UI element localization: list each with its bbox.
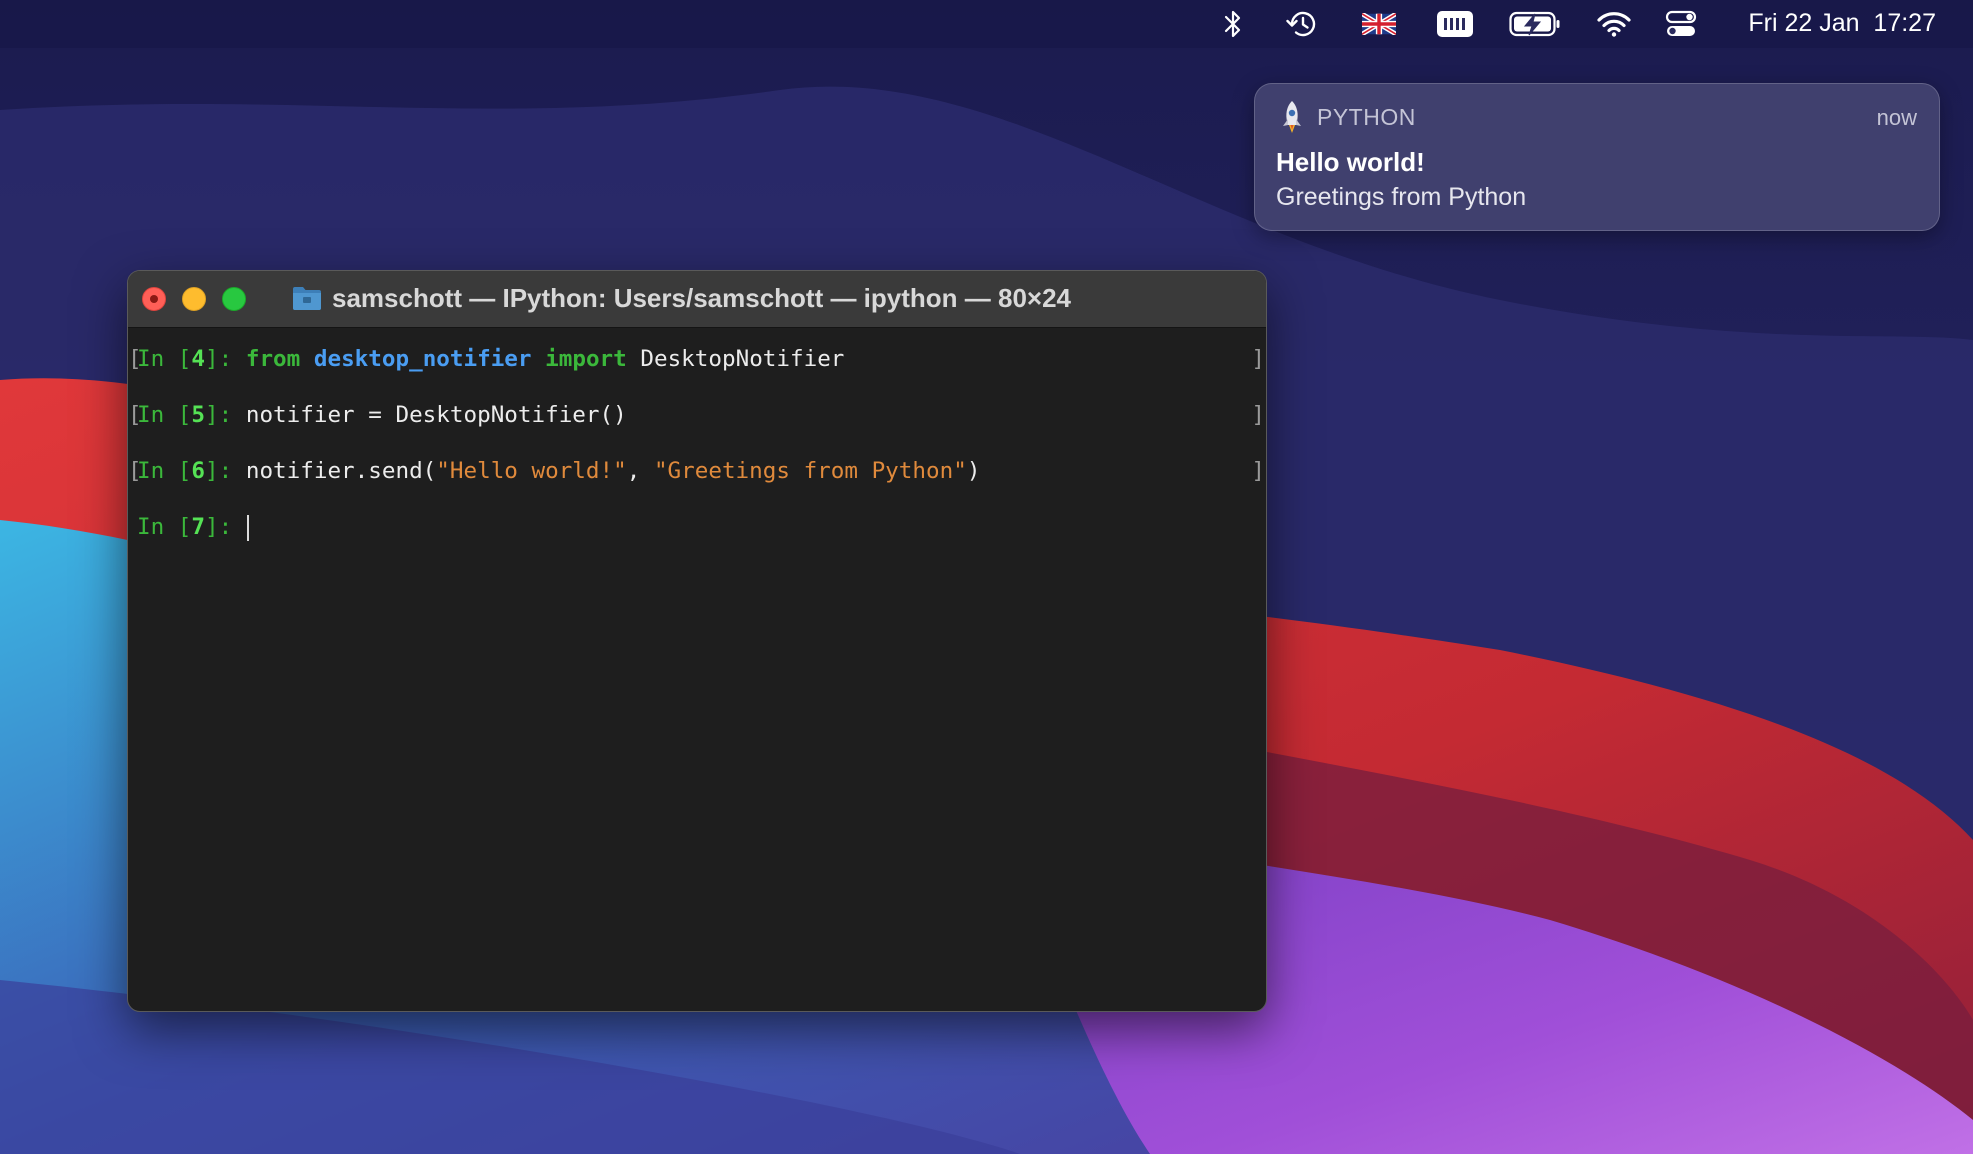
folder-icon bbox=[293, 287, 321, 310]
code-line: In [7]: bbox=[137, 510, 249, 544]
string-token: "Hello world!" bbox=[436, 458, 627, 484]
notification-banner[interactable]: PYTHON now Hello world! Greetings from P… bbox=[1254, 83, 1940, 231]
code-token: notifier.send( bbox=[245, 458, 437, 484]
input-line-6: [ In [6]: notifier.send("Hello world!", … bbox=[128, 454, 1266, 488]
prompt-suffix: ]: bbox=[205, 346, 246, 372]
prompt-suffix: ]: bbox=[205, 458, 246, 484]
line-bracket-right: ] bbox=[1251, 346, 1265, 372]
prompt-number: 5 bbox=[191, 402, 206, 428]
battery-charging-icon[interactable] bbox=[1508, 8, 1562, 40]
terminal-window[interactable]: samschott — IPython: Users/samschott — i… bbox=[127, 270, 1267, 1012]
prompt-suffix: ]: bbox=[205, 514, 246, 540]
module-token: desktop_notifier bbox=[313, 346, 532, 372]
code-token: , bbox=[626, 458, 654, 484]
close-dot-icon bbox=[150, 295, 158, 303]
prompt-suffix: ]: bbox=[205, 402, 246, 428]
code-token: notifier = DesktopNotifier() bbox=[245, 402, 627, 428]
keyword-token: from bbox=[245, 346, 301, 372]
prompt-prefix: In [ bbox=[137, 346, 192, 372]
prompt-prefix: In [ bbox=[137, 458, 192, 484]
notification-time: now bbox=[1876, 105, 1917, 130]
code-token: DesktopNotifier bbox=[626, 346, 845, 372]
time-machine-icon[interactable] bbox=[1285, 8, 1319, 40]
input-line-7-active[interactable]: In [7]: bbox=[128, 510, 1266, 544]
input-line-5: [ In [5]: notifier = DesktopNotifier() ] bbox=[128, 398, 1266, 432]
window-title: samschott — IPython: Users/samschott — i… bbox=[332, 283, 1072, 313]
uk-flag-icon[interactable] bbox=[1361, 8, 1397, 40]
code-line: In [5]: notifier = DesktopNotifier() bbox=[137, 398, 627, 432]
notification-title: Hello world! bbox=[1276, 147, 1425, 177]
wifi-icon[interactable] bbox=[1597, 8, 1631, 40]
notification-app-name: PYTHON bbox=[1317, 104, 1416, 130]
text-cursor bbox=[246, 514, 249, 541]
code-line: In [6]: notifier.send("Hello world!", "G… bbox=[137, 454, 980, 488]
menu-bar-clock[interactable]: Fri 22 Jan 17:27 bbox=[1748, 0, 1936, 48]
python-rocket-icon bbox=[1283, 101, 1301, 133]
minimize-window-button[interactable] bbox=[182, 287, 206, 311]
notification-body: Greetings from Python bbox=[1276, 183, 1527, 211]
prompt-prefix: In [ bbox=[137, 402, 192, 428]
code-token: ) bbox=[966, 458, 981, 484]
line-bracket-right: ] bbox=[1251, 458, 1265, 484]
keyword-token: import bbox=[545, 346, 627, 372]
control-center-icon[interactable] bbox=[1664, 8, 1698, 40]
prompt-number: 7 bbox=[191, 514, 206, 540]
keyboard-input-icon[interactable] bbox=[1435, 8, 1475, 40]
maximize-window-button[interactable] bbox=[222, 287, 246, 311]
string-token: "Greetings from Python" bbox=[653, 458, 967, 484]
close-window-button[interactable] bbox=[142, 287, 166, 311]
prompt-prefix: In [ bbox=[137, 514, 192, 540]
desktop: Fri 22 Jan 17:27 PYTHON now Hello world!… bbox=[0, 0, 1973, 1154]
prompt-number: 4 bbox=[191, 346, 206, 372]
window-title-bar[interactable]: samschott — IPython: Users/samschott — i… bbox=[128, 271, 1266, 328]
line-bracket-right: ] bbox=[1251, 402, 1265, 428]
bluetooth-icon[interactable] bbox=[1220, 8, 1246, 40]
input-line-4: [ In [4]: from desktop_notifier import D… bbox=[128, 342, 1266, 376]
terminal-content[interactable]: [ In [4]: from desktop_notifier import D… bbox=[128, 328, 1266, 1011]
prompt-number: 6 bbox=[191, 458, 206, 484]
code-line: In [4]: from desktop_notifier import Des… bbox=[137, 342, 844, 376]
menu-bar: Fri 22 Jan 17:27 bbox=[0, 0, 1973, 48]
